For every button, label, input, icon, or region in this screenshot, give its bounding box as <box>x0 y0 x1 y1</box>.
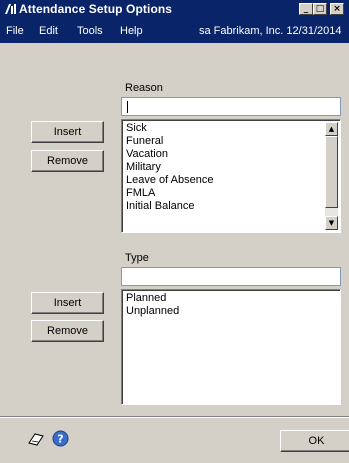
scroll-thumb[interactable] <box>325 136 338 208</box>
arrow-up-icon: ▲ <box>328 125 335 133</box>
list-item[interactable]: Planned <box>124 292 338 305</box>
help-icon[interactable]: ? <box>52 430 69 447</box>
minimize-icon: _ <box>303 4 309 14</box>
footer-divider <box>0 417 349 418</box>
footer-bar: ? OK <box>0 416 349 463</box>
scroll-up-button[interactable]: ▲ <box>325 122 338 136</box>
scroll-down-button[interactable]: ▼ <box>325 216 338 230</box>
ok-button[interactable]: OK <box>280 430 349 452</box>
menu-file[interactable]: File <box>6 25 24 37</box>
arrow-down-icon: ▼ <box>328 219 335 227</box>
content-panel: Reason Insert Remove Sick Funeral Vacati… <box>0 43 349 416</box>
reason-listbox[interactable]: Sick Funeral Vacation Military Leave of … <box>121 119 341 233</box>
list-item[interactable]: Vacation <box>124 148 324 161</box>
title-bar[interactable]: Attendance Setup Options _ □ × <box>0 0 349 19</box>
maximize-icon: □ <box>315 4 325 14</box>
window-title: Attendance Setup Options <box>19 2 173 16</box>
app-icon <box>5 4 16 14</box>
list-item[interactable]: Initial Balance <box>124 200 324 213</box>
list-item[interactable]: Leave of Absence <box>124 174 324 187</box>
reason-remove-button[interactable]: Remove <box>31 150 104 172</box>
close-button[interactable]: × <box>330 3 344 15</box>
type-input[interactable] <box>121 267 341 286</box>
type-remove-button[interactable]: Remove <box>31 320 104 342</box>
minimize-button[interactable]: _ <box>299 3 313 15</box>
type-label: Type <box>125 252 149 264</box>
type-list: Planned Unplanned <box>124 292 338 318</box>
svg-text:?: ? <box>57 433 63 446</box>
list-item[interactable]: Unplanned <box>124 305 338 318</box>
text-caret <box>127 101 128 113</box>
menu-help[interactable]: Help <box>120 25 143 37</box>
attendance-setup-options-window: Attendance Setup Options _ □ × File Edit… <box>0 0 349 463</box>
maximize-button[interactable]: □ <box>313 3 327 15</box>
list-item[interactable]: FMLA <box>124 187 324 200</box>
list-item[interactable]: Funeral <box>124 135 324 148</box>
close-icon: × <box>333 4 341 14</box>
reason-label: Reason <box>125 82 163 94</box>
menu-tools[interactable]: Tools <box>77 25 103 37</box>
reason-input[interactable] <box>121 97 341 116</box>
menu-bar: File Edit Tools Help sa Fabrikam, Inc. 1… <box>0 19 349 43</box>
type-insert-button[interactable]: Insert <box>31 292 104 314</box>
reason-scrollbar[interactable]: ▲ ▼ <box>325 122 338 230</box>
list-item[interactable]: Military <box>124 161 324 174</box>
menu-edit[interactable]: Edit <box>39 25 58 37</box>
note-icon[interactable] <box>27 431 45 447</box>
reason-insert-button[interactable]: Insert <box>31 121 104 143</box>
type-listbox[interactable]: Planned Unplanned <box>121 289 341 405</box>
company-date-info: sa Fabrikam, Inc. 12/31/2014 <box>199 25 342 37</box>
list-item[interactable]: Sick <box>124 122 324 135</box>
reason-list: Sick Funeral Vacation Military Leave of … <box>124 122 324 213</box>
